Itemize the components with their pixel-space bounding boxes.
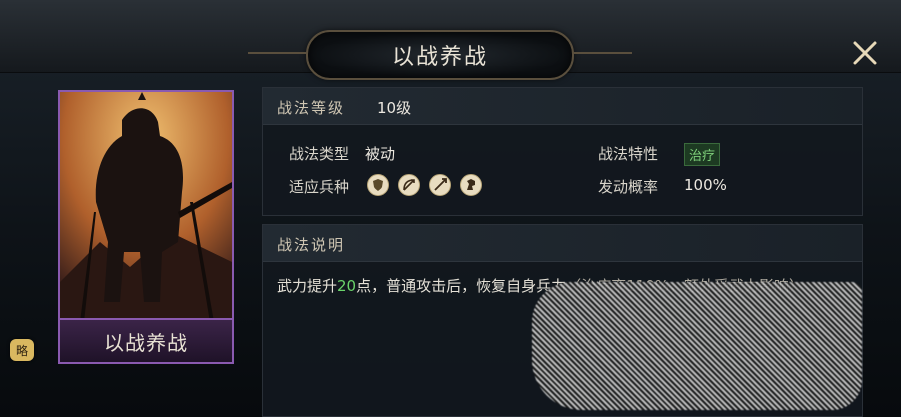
- rate-value: 100%: [684, 176, 727, 194]
- trait-tag: 治疗: [684, 143, 721, 166]
- card-name-plate: 以战养战: [60, 318, 232, 362]
- spear-icon: [429, 174, 451, 196]
- desc-panel-header: [263, 225, 862, 262]
- blurred-overlay: [532, 282, 862, 410]
- desc-part-1: 武力提升: [277, 277, 338, 295]
- page-title: 以战养战: [391, 45, 488, 70]
- title-ornament-right: [572, 52, 632, 54]
- tactic-card: 以战养战: [58, 90, 234, 364]
- strategy-badge[interactable]: 略: [10, 339, 34, 361]
- bow-icon: [398, 174, 420, 196]
- warrior-art: [60, 92, 232, 322]
- title-plate: 以战养战: [248, 30, 632, 80]
- rate-label: 发动概率: [598, 178, 659, 196]
- desc-part-2: 点，普通攻击后，恢复自身兵力: [356, 277, 567, 295]
- card-name: 以战养战: [104, 330, 188, 355]
- type-value: 被动: [365, 145, 396, 163]
- tactic-info-panel: 战法等级 10级 战法类型 被动 战法特性 治疗 适应兵种 发动概率 100%: [262, 87, 863, 216]
- info-panel-header: [263, 88, 862, 125]
- close-button[interactable]: [848, 36, 882, 70]
- trait-label: 战法特性: [598, 145, 659, 163]
- level-label: 战法等级: [277, 99, 346, 117]
- close-icon: [853, 41, 877, 65]
- horse-icon: [460, 174, 482, 196]
- title-ornament-left: [248, 52, 308, 54]
- level-value: 10级: [377, 99, 412, 117]
- desc-highlight: 20: [337, 277, 357, 295]
- shield-icon: [367, 174, 389, 196]
- description-header: 战法说明: [277, 236, 346, 254]
- type-label: 战法类型: [289, 145, 350, 163]
- troop-label: 适应兵种: [289, 178, 350, 196]
